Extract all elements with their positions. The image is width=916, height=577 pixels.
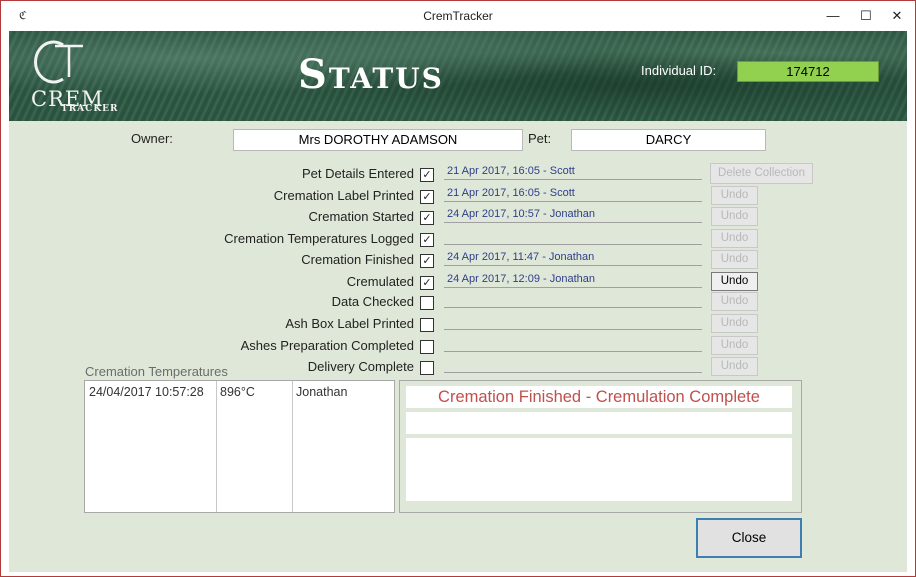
status-step-row: Ashes Preparation Completed Undo <box>9 335 907 356</box>
step-timestamp: 24 Apr 2017, 12:09 - Jonathan <box>444 271 702 288</box>
delete-collection-button[interactable]: Delete Collection <box>710 163 813 184</box>
step-timestamp <box>444 291 702 308</box>
step-checkbox[interactable] <box>420 296 434 310</box>
app-window: ℭ CremTracker — ☐ ✕ CREM TRACKER Status … <box>0 0 916 577</box>
status-step-row: Cremation Finished ✓ 24 Apr 2017, 11:47 - … <box>9 249 907 270</box>
temp-datetime-cell: 24/04/2017 10:57:28 <box>89 385 204 399</box>
status-step-row: Cremulated ✓ 24 Apr 2017, 12:09 - Jonathan… <box>9 271 907 292</box>
step-timestamp <box>444 313 702 330</box>
temps-value-column: 896°C <box>216 381 293 512</box>
step-label: Cremulated <box>346 274 414 289</box>
step-label: Cremation Started <box>308 209 415 224</box>
status-message-line2 <box>406 412 792 434</box>
temps-user-column: Jonathan <box>293 381 393 512</box>
step-checkbox[interactable] <box>420 318 434 332</box>
pet-label: Pet: <box>528 131 552 146</box>
window-title: CremTracker <box>423 9 493 23</box>
owner-field[interactable]: Mrs DOROTHY ADAMSON <box>233 129 523 151</box>
cremtracker-logo: CREM TRACKER <box>27 35 137 117</box>
step-checkbox[interactable]: ✓ <box>420 168 434 182</box>
undo-button[interactable]: Undo <box>711 336 758 355</box>
title-bar: ℭ CremTracker — ☐ ✕ <box>1 1 915 31</box>
status-step-row: Ash Box Label Printed Undo <box>9 313 907 334</box>
step-checkbox[interactable]: ✓ <box>420 233 434 247</box>
step-timestamp <box>444 356 702 373</box>
temp-user-cell: Jonathan <box>296 385 348 399</box>
status-message-text: Cremation Finished - Cremulation Complet… <box>438 388 760 406</box>
individual-id-field: 174712 <box>737 61 879 82</box>
close-window-icon[interactable]: ✕ <box>883 5 911 27</box>
step-label: Cremation Label Printed <box>273 188 414 203</box>
step-checkbox[interactable]: ✓ <box>420 254 434 268</box>
ct-monogram-icon <box>34 40 83 84</box>
owner-label: Owner: <box>131 131 173 146</box>
page-title: Status <box>298 51 444 98</box>
step-label: Cremation Temperatures Logged <box>224 231 414 246</box>
step-label: Pet Details Entered <box>301 166 414 181</box>
status-step-row: Data Checked Undo <box>9 291 907 312</box>
temperatures-list[interactable]: 24/04/2017 10:57:28 896°C Jonathan <box>84 380 395 513</box>
step-label: Data Checked <box>331 294 414 309</box>
step-timestamp: 21 Apr 2017, 16:05 - Scott <box>444 185 702 202</box>
logo-tracker-text: TRACKER <box>61 104 119 114</box>
step-timestamp <box>444 228 702 245</box>
undo-button[interactable]: Undo <box>711 292 758 311</box>
undo-button[interactable]: Undo <box>711 207 758 226</box>
step-checkbox[interactable] <box>420 361 434 375</box>
step-label: Ash Box Label Printed <box>285 316 414 331</box>
temps-datetime-column: 24/04/2017 10:57:28 <box>85 381 217 512</box>
step-checkbox[interactable]: ✓ <box>420 276 434 290</box>
step-checkbox[interactable]: ✓ <box>420 190 434 204</box>
undo-button[interactable]: Undo <box>711 314 758 333</box>
step-timestamp <box>444 335 702 352</box>
temp-value-cell: 896°C <box>220 385 255 399</box>
undo-button[interactable]: Undo <box>711 357 758 376</box>
undo-button[interactable]: Undo <box>711 272 758 291</box>
minimize-icon[interactable]: — <box>819 5 847 27</box>
status-step-row: Cremation Started ✓ 24 Apr 2017, 10:57 - J… <box>9 206 907 227</box>
status-step-row: Cremation Temperatures Logged ✓ Undo <box>9 228 907 249</box>
pet-field[interactable]: DARCY <box>571 129 766 151</box>
step-checkbox[interactable]: ✓ <box>420 211 434 225</box>
step-checkbox[interactable] <box>420 340 434 354</box>
step-timestamp: 24 Apr 2017, 10:57 - Jonathan <box>444 206 702 223</box>
status-form: CREM TRACKER Status Individual ID: 17471… <box>9 31 907 572</box>
status-message-panel: Cremation Finished - Cremulation Complet… <box>399 380 802 513</box>
step-label: Ashes Preparation Completed <box>240 338 414 353</box>
temperatures-label: Cremation Temperatures <box>85 364 228 379</box>
status-step-row: Pet Details Entered ✓ 21 Apr 2017, 16:05 -… <box>9 163 907 184</box>
status-message-line1: Cremation Finished - Cremulation Complet… <box>406 386 792 408</box>
step-timestamp: 21 Apr 2017, 16:05 - Scott <box>444 163 702 180</box>
status-step-row: Cremation Label Printed ✓ 21 Apr 2017, 16:… <box>9 185 907 206</box>
maximize-icon[interactable]: ☐ <box>852 5 880 27</box>
step-label: Delivery Complete <box>307 359 414 374</box>
header-banner: CREM TRACKER Status Individual ID: 17471… <box>9 31 907 121</box>
status-message-line3 <box>406 438 792 501</box>
undo-button[interactable]: Undo <box>711 186 758 205</box>
individual-id-label: Individual ID: <box>641 63 717 78</box>
undo-button[interactable]: Undo <box>711 250 758 269</box>
step-timestamp: 24 Apr 2017, 11:47 - Jonathan <box>444 249 702 266</box>
close-button[interactable]: Close <box>696 518 802 558</box>
undo-button[interactable]: Undo <box>711 229 758 248</box>
step-label: Cremation Finished <box>301 252 414 267</box>
